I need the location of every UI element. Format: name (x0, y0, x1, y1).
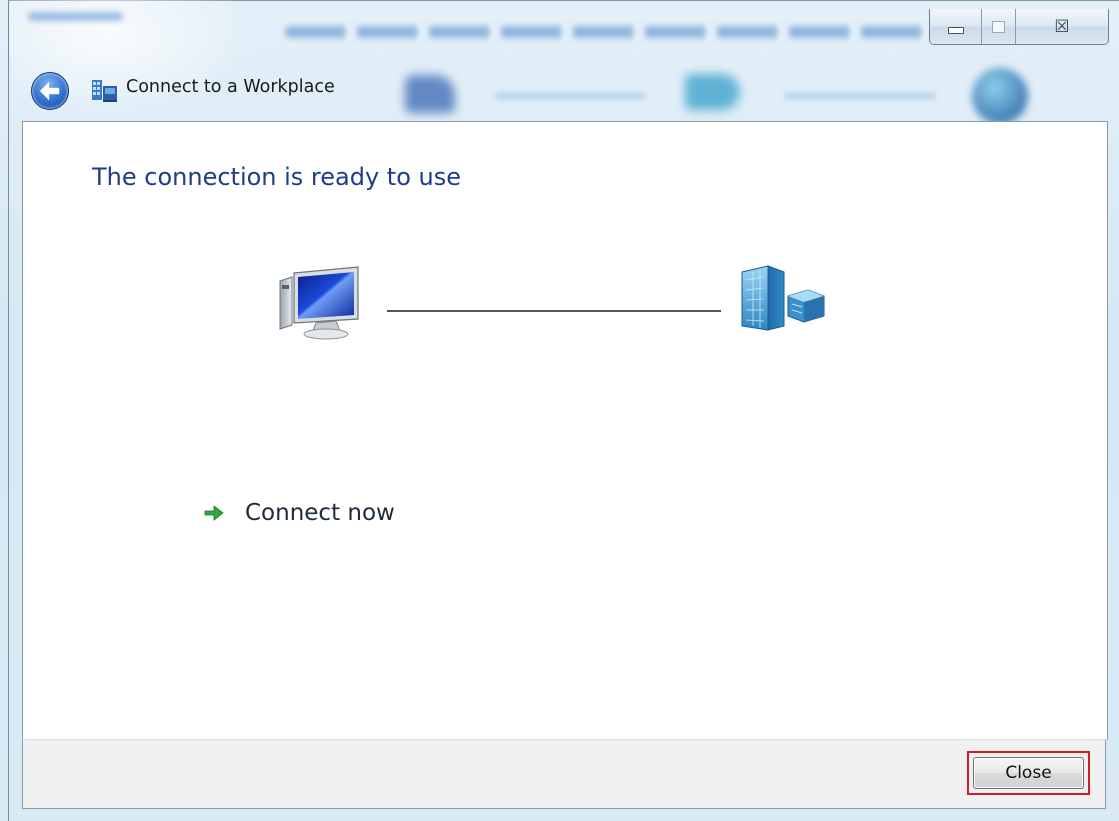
back-arrow-icon (39, 81, 60, 101)
window-caption-buttons: ☒ (929, 9, 1109, 45)
connection-line (387, 310, 721, 312)
background-router-icon (685, 74, 740, 110)
maximize-button[interactable] (982, 9, 1016, 44)
background-connector (495, 94, 645, 98)
connect-now-link[interactable]: Connect now (203, 500, 395, 526)
window-close-button[interactable]: ☒ (1016, 9, 1108, 44)
close-icon: ☒ (1054, 16, 1070, 37)
window-title: Connect to a Workplace (126, 77, 335, 97)
connect-workplace-window: ☒ Connect to a Workplace The connection … (0, 0, 1119, 821)
window-border (8, 0, 9, 821)
background-globe-icon (972, 68, 1028, 124)
connect-now-label: Connect now (245, 500, 395, 526)
green-arrow-icon (204, 505, 224, 521)
wizard-content-panel (22, 121, 1108, 740)
minimize-icon (947, 27, 964, 34)
minimize-button[interactable] (930, 9, 982, 44)
background-network-icon (405, 75, 455, 113)
computer-monitor-icon (279, 266, 359, 340)
page-heading: The connection is ready to use (92, 163, 462, 191)
background-connector (785, 94, 935, 98)
background-window-text-blur (285, 26, 955, 38)
maximize-icon (992, 20, 1005, 33)
back-button[interactable] (31, 72, 69, 110)
wizard-footer (22, 739, 1106, 809)
close-button[interactable]: Close (973, 757, 1084, 789)
workplace-server-icon (741, 265, 825, 331)
workplace-app-icon (92, 80, 117, 102)
background-window-title-blur (28, 12, 123, 21)
